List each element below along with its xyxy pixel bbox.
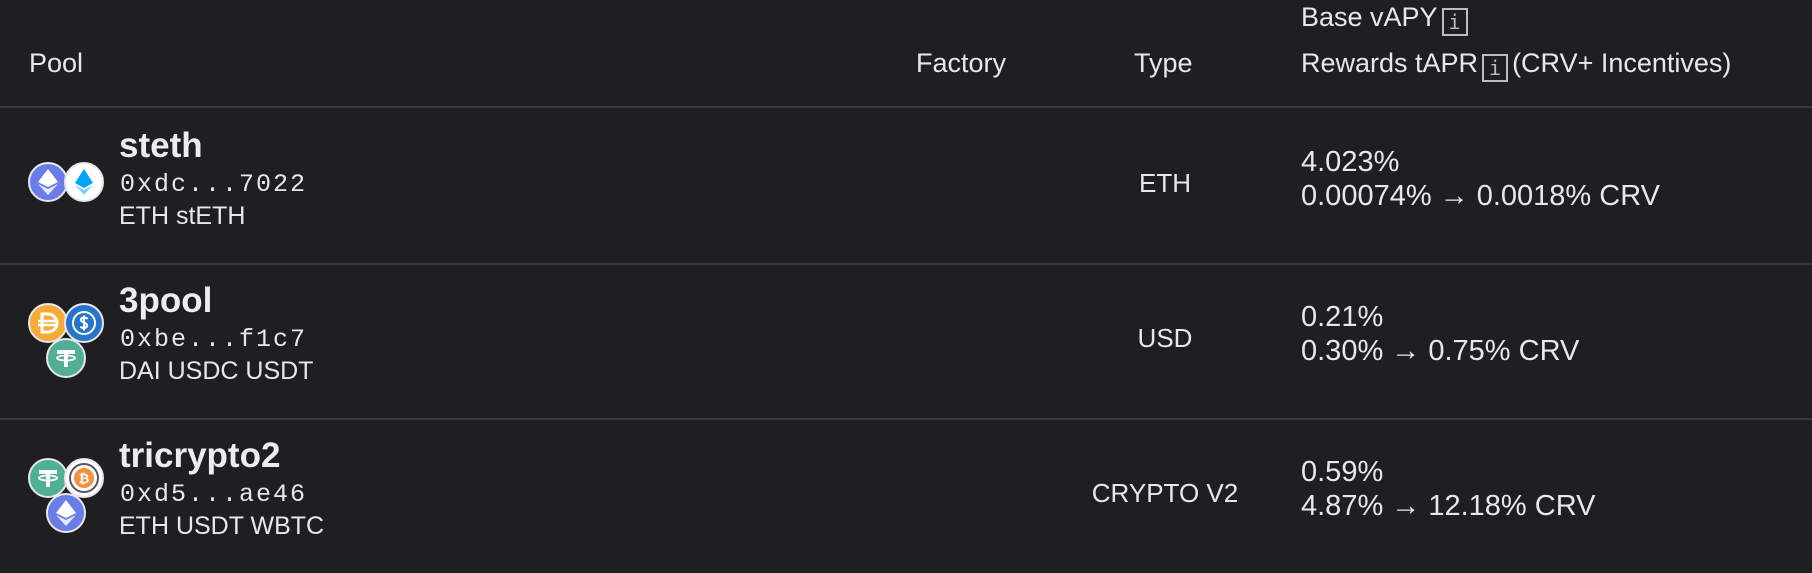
col-base-vapy[interactable]: Base vAPY i (1301, 2, 1472, 36)
pool-type: USD (1137, 323, 1193, 353)
pools-table: Pool Factory Type Base vAPY i Rewards tAP… (0, 0, 1812, 566)
pool-coins: DAI USDC USDT (119, 357, 314, 385)
rewards-value: 0.00074% → 0.0018% CRV (1301, 180, 1660, 212)
pool-address[interactable]: 0xbe...f1c7 (120, 325, 307, 354)
steth-icon (64, 162, 104, 202)
info-icon[interactable]: i (1482, 54, 1509, 82)
dai-icon (28, 303, 68, 343)
pool-icons (28, 263, 108, 418)
base-vapy-value: 0.59% (1301, 456, 1384, 488)
rewards-value: 4.87% → 12.18% CRV (1301, 490, 1596, 522)
table-row[interactable]: steth 0xdc...7022 ETH stETH ETH 4.023% 0… (0, 108, 1812, 265)
col-type[interactable]: Type (1134, 48, 1193, 79)
eth-icon (46, 493, 86, 533)
table-header: Pool Factory Type Base vAPY i Rewards tAP… (0, 0, 1812, 108)
col-rewards-tapr[interactable]: Rewards tAPR i (CRV+ Incentives) (1301, 48, 1731, 82)
pool-icons (28, 108, 108, 263)
usdt-icon (46, 338, 86, 378)
rewards-value: 0.30% → 0.75% CRV (1301, 335, 1580, 367)
pool-type: CRYPTO V2 (1091, 478, 1239, 508)
pool-icons: ₿ (28, 418, 108, 573)
col-factory[interactable]: Factory (916, 48, 1006, 79)
col-pool[interactable]: Pool (29, 48, 83, 79)
usdt-icon (28, 458, 68, 498)
col-base-vapy-label: Base vAPY (1301, 2, 1438, 32)
pool-name[interactable]: 3pool (119, 281, 212, 321)
col-rewards-suffix: (CRV+ Incentives) (1512, 48, 1732, 78)
table-row[interactable]: 3pool 0xbe...f1c7 DAI USDC USDT USD 0.21… (0, 263, 1812, 420)
pool-name[interactable]: tricrypto2 (119, 436, 280, 476)
pool-type: ETH (1139, 168, 1191, 198)
pool-name[interactable]: steth (119, 126, 203, 166)
eth-icon (28, 162, 68, 202)
wbtc-icon: ₿ (64, 458, 104, 498)
svg-text:₿: ₿ (79, 472, 90, 487)
col-rewards-label: Rewards tAPR (1301, 48, 1479, 78)
info-icon[interactable]: i (1441, 8, 1468, 36)
pool-coins: ETH stETH (119, 202, 246, 230)
pool-coins: ETH USDT WBTC (119, 512, 325, 540)
base-vapy-value: 0.21% (1301, 301, 1384, 333)
usdc-icon (64, 303, 104, 343)
table-row[interactable]: ₿ tricrypto2 0xd5...ae46 ETH USDT WBTC C… (0, 418, 1812, 573)
pool-address[interactable]: 0xd5...ae46 (120, 480, 307, 509)
pool-address[interactable]: 0xdc...7022 (120, 170, 307, 199)
base-vapy-value: 4.023% (1301, 146, 1400, 178)
